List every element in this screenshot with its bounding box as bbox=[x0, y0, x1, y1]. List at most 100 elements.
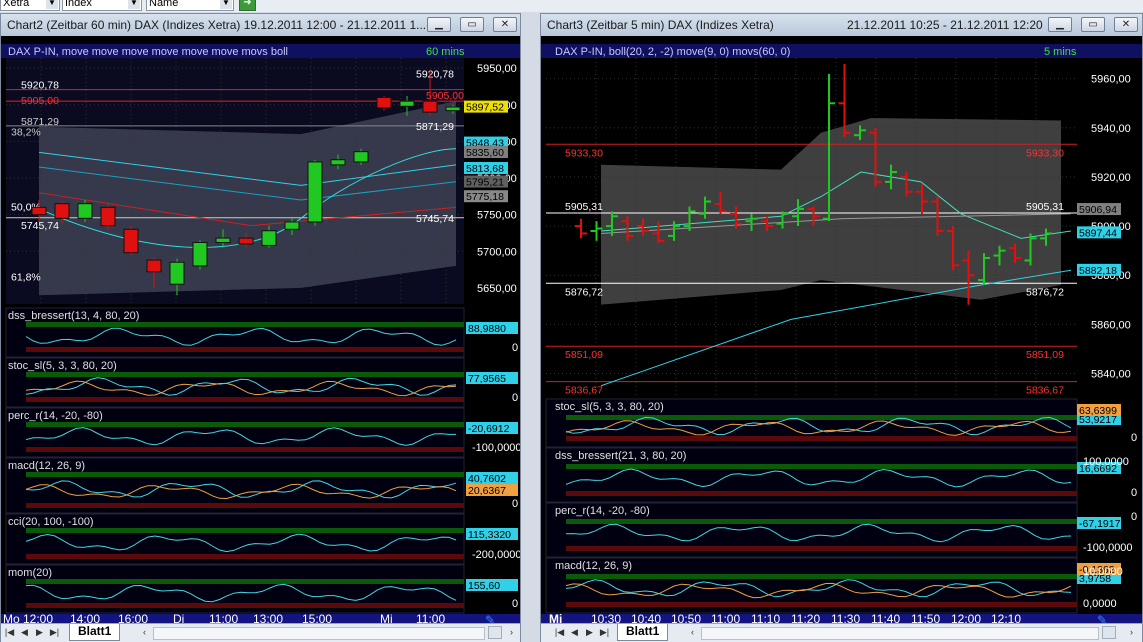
scroll-thumb[interactable] bbox=[488, 626, 502, 639]
indicator-zone-low bbox=[566, 436, 1077, 441]
indicator-name: perc_r(14, -20, -80) bbox=[555, 505, 650, 517]
price-flag: 5897,44 bbox=[1079, 227, 1117, 239]
prev-sheet-icon[interactable]: ◀ bbox=[569, 626, 580, 639]
indicator-zero: 0 bbox=[1131, 432, 1137, 444]
candle bbox=[353, 151, 369, 163]
sort-select-value: Name bbox=[149, 0, 179, 9]
indicator-top: 10,0000 bbox=[1083, 566, 1123, 578]
go-button[interactable]: ➜ bbox=[239, 0, 256, 11]
indicator-zone-high bbox=[26, 372, 464, 377]
scroll-left-icon[interactable]: ‹ bbox=[139, 626, 150, 639]
last-sheet-icon[interactable]: ▶| bbox=[599, 626, 610, 639]
candle bbox=[261, 230, 277, 246]
first-sheet-icon[interactable]: |◀ bbox=[554, 626, 565, 639]
scroll-left-icon[interactable]: ‹ bbox=[687, 626, 698, 639]
price-tick: 5950,00 bbox=[477, 63, 517, 75]
fib-label: 38,2% bbox=[11, 127, 41, 139]
indicator-name: perc_r(14, -20, -80) bbox=[8, 410, 103, 422]
indicator-zone-high bbox=[566, 415, 1077, 420]
level-label: 5836,67 bbox=[1026, 385, 1064, 397]
indicator-value: 20,6367 bbox=[468, 485, 506, 497]
chart-titlebar-left[interactable]: Chart2 (Zeitbar 60 min) DAX (Indizes Xet… bbox=[1, 14, 520, 37]
indicator-name: dss_bressert(13, 4, 80, 20) bbox=[8, 310, 139, 322]
price-flag: 5775,18 bbox=[466, 191, 504, 203]
sheet-bar-left: |◀ ◀ ▶ ▶| Blatt1 ‹ › bbox=[1, 623, 520, 642]
price-tick: 5960,00 bbox=[1091, 74, 1131, 86]
indicator-zone-low bbox=[26, 603, 464, 608]
close-button[interactable]: ✕ bbox=[1114, 17, 1138, 32]
price-tick: 5860,00 bbox=[1091, 319, 1131, 331]
level-label: 5933,30 bbox=[1026, 147, 1064, 159]
candle bbox=[376, 96, 392, 109]
maximize-icon: ▭ bbox=[1088, 19, 1098, 30]
level-label: 5905,00 bbox=[426, 90, 464, 102]
indicator-zone-low bbox=[26, 503, 464, 508]
indicator-zone-high bbox=[566, 574, 1077, 579]
indicator-zero: -100,0000 bbox=[472, 442, 520, 454]
maximize-button[interactable]: ▭ bbox=[460, 17, 484, 32]
level-label: 5876,72 bbox=[565, 286, 603, 298]
chart-titlebar-right[interactable]: Chart3 (Zeitbar 5 min) DAX (Indizes Xetr… bbox=[541, 14, 1142, 37]
scroll-right-icon[interactable]: › bbox=[506, 626, 517, 639]
minimize-button[interactable]: ▁ bbox=[427, 17, 451, 32]
chevron-down-icon: ▼ bbox=[128, 0, 140, 9]
go-arrow-icon: ➜ bbox=[243, 0, 252, 8]
chart-window-right: Chart3 (Zeitbar 5 min) DAX (Indizes Xetr… bbox=[540, 13, 1143, 642]
indicator-value: 115,3320 bbox=[468, 529, 511, 541]
next-sheet-icon[interactable]: ▶ bbox=[34, 626, 45, 639]
candle bbox=[215, 237, 231, 243]
candle bbox=[422, 100, 438, 113]
prev-sheet-icon[interactable]: ◀ bbox=[19, 626, 30, 639]
indicator-value: -20,6912 bbox=[468, 423, 510, 435]
price-flag: 5906,94 bbox=[1079, 204, 1117, 216]
indicator-top: 0 bbox=[1131, 511, 1137, 523]
chart-header: DAX P-IN, move move move move move move … bbox=[8, 46, 288, 58]
price-tick: 5650,00 bbox=[477, 283, 517, 295]
scroll-right-icon[interactable]: › bbox=[1126, 626, 1137, 639]
close-button[interactable]: ✕ bbox=[493, 17, 517, 32]
indicator-zero: 0 bbox=[512, 498, 518, 510]
candle bbox=[399, 100, 415, 107]
indicator-zone-low bbox=[566, 602, 1077, 607]
price-tick: 5840,00 bbox=[1091, 368, 1131, 380]
sort-select[interactable]: Name ▼ bbox=[146, 0, 234, 11]
indicator-value: 63,6399 bbox=[1079, 405, 1117, 417]
candle bbox=[445, 106, 461, 112]
chart-canvas-left[interactable]: DAX P-IN, move move move move move move … bbox=[1, 36, 520, 625]
horizontal-scrollbar[interactable] bbox=[153, 627, 485, 640]
indicator-value: 155,60 bbox=[468, 580, 500, 592]
level-label: 5851,09 bbox=[1026, 349, 1064, 361]
sheet-tab-blatt1[interactable]: Blatt1 bbox=[617, 624, 669, 641]
candle bbox=[307, 161, 323, 223]
maximize-button[interactable]: ▭ bbox=[1081, 17, 1105, 32]
indicator-zero: 0 bbox=[512, 342, 518, 354]
sheet-tab-blatt1[interactable]: Blatt1 bbox=[69, 624, 121, 641]
horizontal-scrollbar[interactable] bbox=[701, 627, 1099, 640]
scroll-thumb[interactable] bbox=[1102, 626, 1116, 639]
minimize-icon: ▁ bbox=[1056, 19, 1064, 30]
candle bbox=[284, 221, 300, 230]
level-label: 5876,72 bbox=[1026, 286, 1064, 298]
level-label: 5920,78 bbox=[21, 80, 59, 92]
next-sheet-icon[interactable]: ▶ bbox=[584, 626, 595, 639]
candle bbox=[146, 259, 162, 273]
indicator-zone-low bbox=[566, 491, 1077, 496]
last-sheet-icon[interactable]: ▶| bbox=[49, 626, 60, 639]
chart-canvas-right[interactable]: DAX P-IN, boll(20, 2, -2) move(9, 0) mov… bbox=[541, 36, 1142, 625]
indicator-value: 77,9565 bbox=[468, 373, 506, 385]
indicator-zero: 0 bbox=[1131, 487, 1137, 499]
chevron-down-icon: ▼ bbox=[46, 0, 58, 9]
level-label: 5745,74 bbox=[416, 213, 454, 225]
price-flag: 5897,52 bbox=[466, 102, 504, 114]
first-sheet-icon[interactable]: |◀ bbox=[4, 626, 15, 639]
indicator-zone-low bbox=[26, 447, 464, 452]
chevron-down-icon: ▼ bbox=[220, 0, 232, 9]
level-label: 5905,31 bbox=[1026, 201, 1064, 213]
category-select[interactable]: Index ▼ bbox=[62, 0, 142, 11]
close-icon: ✕ bbox=[500, 19, 510, 30]
fib-label: 61,8% bbox=[11, 272, 41, 284]
exchange-select[interactable]: Xetra ▼ bbox=[0, 0, 60, 11]
level-label: 5836,67 bbox=[565, 385, 603, 397]
indicator-value: -67,1917 bbox=[1079, 518, 1121, 530]
minimize-button[interactable]: ▁ bbox=[1048, 17, 1072, 32]
